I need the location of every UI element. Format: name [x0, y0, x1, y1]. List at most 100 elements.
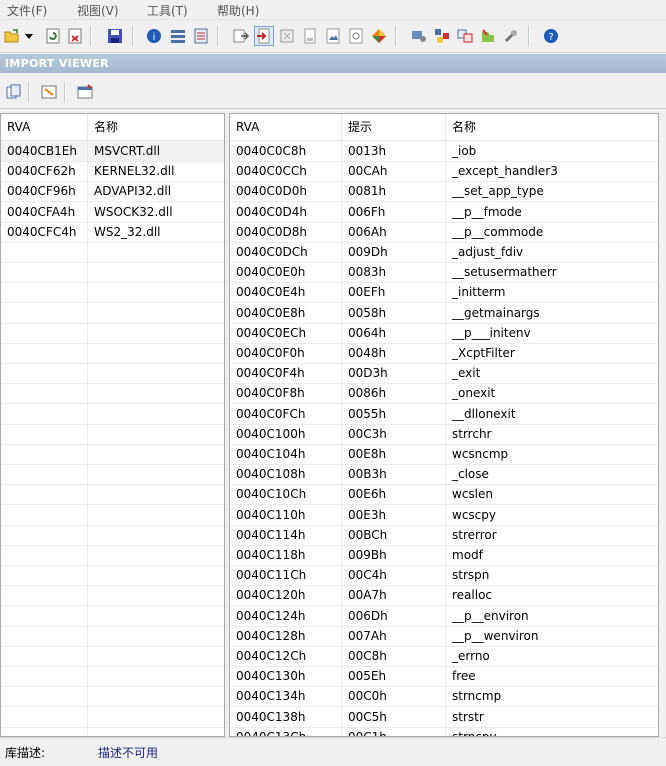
table-row[interactable]	[1, 524, 224, 546]
table-row[interactable]: 0040C0ECh 0064h __p___initenv	[230, 322, 658, 344]
table-row[interactable]: 0040C11Ch 00C4h strspn	[230, 565, 658, 587]
table-row[interactable]	[1, 282, 224, 304]
menu-tools[interactable]: 工具(T)	[147, 2, 188, 19]
process-icon[interactable]	[410, 27, 428, 45]
table-row[interactable]: 0040C0C8h 0013h _iob	[230, 141, 658, 162]
table-row[interactable]	[1, 383, 224, 405]
modules-icon[interactable]	[433, 27, 451, 45]
table-cell	[1, 565, 88, 586]
open-folder-icon[interactable]	[3, 27, 21, 45]
table-row[interactable]: 0040C0D0h 0081h __set_app_type	[230, 181, 658, 203]
export-icon[interactable]	[232, 27, 250, 45]
table-row[interactable]	[1, 646, 224, 667]
table-row[interactable]	[1, 504, 224, 526]
table-row[interactable]: 0040C118h 009Bh modf	[230, 545, 658, 566]
table-row[interactable]: 0040C0F0h 0048h _XcptFilter	[230, 343, 658, 364]
import-viewer-icon[interactable]	[254, 26, 274, 46]
column-header-rva[interactable]: RVA	[1, 114, 88, 140]
table-cell	[88, 707, 224, 727]
table-row[interactable]: 0040C13Ch 00C1h strncpy	[230, 726, 658, 736]
copy-icon[interactable]	[5, 83, 23, 101]
table-row[interactable]	[1, 666, 224, 688]
table-cell	[88, 464, 224, 484]
table-row[interactable]	[1, 706, 224, 728]
table-row[interactable]: 0040C0E0h 0083h __setusermatherr	[230, 262, 658, 284]
table-row[interactable]: 0040CF62h KERNEL32.dll	[1, 161, 224, 183]
info-icon[interactable]: i	[145, 27, 163, 45]
table-row[interactable]: 0040C114h 00BCh strerror	[230, 524, 658, 546]
table-row[interactable]: 0040C108h 00B3h _close	[230, 464, 658, 486]
menu-help[interactable]: 帮助(H)	[217, 2, 259, 19]
table-row[interactable]	[1, 242, 224, 263]
compare-icon[interactable]	[456, 27, 474, 45]
column-header-hint[interactable]: 提示	[342, 114, 446, 140]
dropdown-arrow-icon[interactable]	[23, 27, 35, 45]
table-row[interactable]: 0040C104h 00E8h wcsncmp	[230, 444, 658, 465]
refresh-icon[interactable]	[44, 27, 62, 45]
table-row[interactable]: 0040C0DCh 009Dh _adjust_fdiv	[230, 242, 658, 263]
table-row[interactable]	[1, 343, 224, 364]
edit-icon[interactable]	[40, 83, 58, 101]
save-icon[interactable]	[106, 27, 124, 45]
table-cell: _onexit	[452, 386, 496, 401]
table-row[interactable]	[1, 322, 224, 344]
table-row[interactable]: 0040CFC4h WS2_32.dll	[1, 221, 224, 243]
table-row[interactable]	[1, 726, 224, 736]
table-row[interactable]	[1, 545, 224, 566]
close-file-icon[interactable]	[66, 27, 84, 45]
table-row[interactable]: 0040CB1Eh MSVCRT.dll	[1, 141, 224, 162]
table-row[interactable]	[1, 444, 224, 465]
table-row[interactable]: 0040C0FCh 0055h __dllonexit	[230, 403, 658, 425]
debug-icon[interactable]	[347, 27, 365, 45]
table-row[interactable]	[1, 686, 224, 708]
table-row[interactable]: 0040C110h 00E3h wcscpy	[230, 504, 658, 526]
table-row[interactable]: 0040C10Ch 00E6h wcslen	[230, 484, 658, 506]
table-row[interactable]	[1, 585, 224, 607]
table-row[interactable]: 0040CF96h ADVAPI32.dll	[1, 181, 224, 203]
table-row[interactable]: 0040C0D4h 006Fh __p__fmode	[230, 201, 658, 223]
table-row[interactable]: 0040CFA4h WSOCK32.dll	[1, 201, 224, 223]
table-row[interactable]	[1, 565, 224, 587]
table-row[interactable]: 0040C0E8h 0058h __getmainargs	[230, 302, 658, 324]
table-row[interactable]: 0040C120h 00A7h realloc	[230, 585, 658, 607]
tools-icon[interactable]	[502, 27, 520, 45]
table-row[interactable]: 0040C0F4h 00D3h _exit	[230, 363, 658, 385]
detail-view-icon[interactable]	[192, 27, 210, 45]
table-row[interactable]: 0040C100h 00C3h strrchr	[230, 423, 658, 445]
resource-icon[interactable]	[278, 27, 296, 45]
table-row[interactable]: 0040C124h 006Dh __p__environ	[230, 605, 658, 627]
diamond-icon[interactable]	[370, 27, 388, 45]
table-row[interactable]: 0040C0CCh 00CAh _except_handler3	[230, 161, 658, 183]
menu-file[interactable]: 文件(F)	[7, 2, 47, 19]
table-cell: WSOCK32.dll	[94, 204, 173, 219]
table-row[interactable]	[1, 605, 224, 627]
table-cell: 0040C0E0h	[230, 262, 342, 283]
table-row[interactable]: 0040C0F8h 0086h _onexit	[230, 383, 658, 405]
page-icon[interactable]	[301, 27, 319, 45]
table-row[interactable]	[1, 403, 224, 425]
table-row[interactable]: 0040C134h 00C0h strncmp	[230, 686, 658, 708]
image-icon[interactable]	[324, 27, 342, 45]
table-row[interactable]	[1, 302, 224, 324]
menu-view[interactable]: 视图(V)	[77, 2, 119, 19]
column-header-rva[interactable]: RVA	[230, 114, 342, 140]
table-row[interactable]	[1, 423, 224, 445]
column-header-name[interactable]: 名称	[88, 114, 224, 140]
table-row[interactable]: 0040C130h 005Eh free	[230, 666, 658, 688]
table-row[interactable]: 0040C138h 00C5h strstr	[230, 706, 658, 728]
table-row[interactable]: 0040C0E4h 00EFh _initterm	[230, 282, 658, 304]
table-row[interactable]	[1, 363, 224, 385]
table-row[interactable]: 0040C0D8h 006Ah __p__commode	[230, 221, 658, 243]
list-view-icon[interactable]	[169, 27, 187, 45]
table-cell: 0040C138h	[230, 706, 342, 727]
table-row[interactable]: 0040C128h 007Ah __p__wenviron	[230, 625, 658, 647]
column-header-name[interactable]: 名称	[446, 114, 658, 140]
table-row[interactable]	[1, 262, 224, 284]
table-row[interactable]	[1, 464, 224, 486]
table-row[interactable]	[1, 484, 224, 506]
plugin-icon[interactable]	[479, 27, 497, 45]
help-icon[interactable]: ?	[542, 27, 560, 45]
table-row[interactable]	[1, 625, 224, 647]
table-row[interactable]: 0040C12Ch 00C8h _errno	[230, 646, 658, 667]
properties-icon[interactable]	[76, 83, 94, 101]
